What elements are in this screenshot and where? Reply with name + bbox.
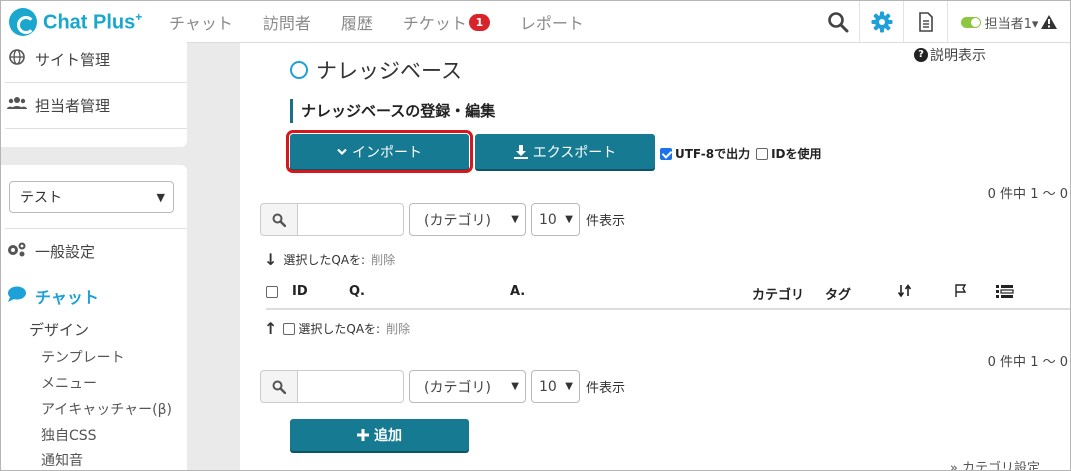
site-select[interactable]: テスト ▼: [9, 181, 174, 213]
bulk-action-bottom: ↑ 選択したQAを: 削除: [264, 319, 411, 338]
cogs-icon: [5, 241, 29, 261]
question-circle-icon: ?: [914, 48, 928, 62]
help-toggle[interactable]: ? 説明表示: [914, 45, 986, 65]
add-qa-button[interactable]: 追加: [290, 419, 469, 451]
search-icon: [272, 213, 286, 227]
chat-plus-logo-icon: [9, 8, 37, 36]
gear-icon: [871, 11, 892, 33]
search-input[interactable]: [298, 370, 404, 403]
nav-visitors[interactable]: 訪問者: [263, 10, 311, 34]
main-content: ナレッジベース ? 説明表示 ナレッジベースの登録・編集 インポート エクスポー…: [240, 43, 1070, 470]
sidebar-item-site-management[interactable]: サイト管理: [5, 37, 187, 81]
use-id-checkbox[interactable]: [756, 147, 769, 160]
sort-order-icon[interactable]: [897, 284, 912, 302]
result-count-top: 0 件中 1 〜 0: [987, 187, 1068, 202]
export-button[interactable]: エクスポート: [475, 134, 655, 169]
result-count-bottom: 0 件中 1 〜 0: [987, 355, 1068, 370]
chat-bubble-icon: [5, 286, 29, 306]
app-window: Chat Plus+ チャット 訪問者 履歴 チケット1 レポート 担当者1▾: [0, 0, 1071, 471]
search-input[interactable]: [298, 203, 404, 236]
arrow-up-icon: ↑: [264, 319, 278, 338]
plus-icon: [357, 429, 369, 441]
online-status-toggle[interactable]: [960, 16, 981, 28]
chevron-down-icon: ▼: [565, 214, 573, 225]
column-tag[interactable]: タグ: [825, 284, 851, 303]
app-name: Chat Plus: [43, 11, 136, 34]
bulk-delete-link-top[interactable]: 削除: [371, 251, 395, 268]
category-settings-link[interactable]: » カテゴリ設定: [950, 457, 1040, 470]
chevron-down-icon: [337, 148, 347, 155]
category-select[interactable]: (カテゴリ) ▼: [409, 370, 526, 403]
nav-tickets[interactable]: チケット 1: [403, 10, 490, 34]
search-icon: [272, 380, 286, 394]
nav-reports[interactable]: レポート: [520, 10, 584, 34]
search-button[interactable]: [260, 370, 298, 403]
flag-icon[interactable]: [954, 284, 968, 302]
utf8-label: UTF-8で出力: [675, 147, 751, 161]
chevron-down-icon: ▼: [565, 381, 573, 392]
import-button[interactable]: インポート: [286, 130, 473, 173]
export-options: UTF-8で出力 IDを使用: [660, 145, 822, 162]
filter-bar-top: (カテゴリ) ▼ 10 ▼ 件表示: [260, 203, 625, 236]
logo[interactable]: Chat Plus+: [9, 7, 142, 37]
bulk-delete-link-bottom[interactable]: 削除: [386, 320, 410, 337]
sidebar-item-general-settings[interactable]: 一般設定: [5, 229, 187, 273]
users-icon: [5, 96, 29, 114]
search-icon: [828, 12, 849, 33]
sidebar-item-custom-css[interactable]: 独自CSS: [41, 425, 97, 445]
warning-icon: [1041, 15, 1058, 29]
list-settings-icon[interactable]: [996, 284, 1014, 302]
page-title: ナレッジベース: [290, 55, 462, 85]
sidebar-item-agent-management[interactable]: 担当者管理: [5, 83, 187, 127]
column-id[interactable]: ID: [292, 284, 308, 299]
chevron-down-icon: ▼: [511, 381, 519, 392]
column-category[interactable]: カテゴリ: [752, 284, 804, 303]
sidebar-item-template[interactable]: テンプレート: [41, 347, 125, 367]
search-button[interactable]: [260, 203, 298, 236]
bulk-action-top: ↓ 選択したQAを: 削除: [264, 250, 396, 269]
globe-icon: [5, 49, 29, 69]
sidebar-item-design[interactable]: デザイン: [29, 319, 89, 340]
download-icon: [513, 144, 528, 159]
header-document-button[interactable]: [903, 1, 947, 43]
select-all-checkbox-bottom[interactable]: [283, 322, 296, 335]
main-nav: チャット 訪問者 履歴 チケット 1 レポート: [169, 1, 614, 43]
arrow-down-icon: ↓: [264, 250, 278, 269]
header-settings-button[interactable]: [859, 1, 903, 43]
per-page-select[interactable]: 10 ▼: [531, 370, 580, 403]
user-menu[interactable]: 担当者1▾: [947, 1, 1070, 43]
per-page-label: 件表示: [586, 214, 626, 229]
chevron-down-icon: ▼: [156, 191, 165, 204]
chevron-down-icon: ▼: [511, 214, 519, 225]
sidebar-item-eyecatcher[interactable]: アイキャッチャー(β): [41, 399, 172, 419]
document-icon: [918, 12, 933, 32]
sidebar-item-menu[interactable]: メニュー: [41, 373, 97, 393]
column-answer[interactable]: A.: [510, 284, 525, 299]
header-search-button[interactable]: [816, 1, 860, 43]
category-select[interactable]: (カテゴリ) ▼: [409, 203, 526, 236]
ticket-count-badge: 1: [468, 13, 490, 31]
nav-history[interactable]: 履歴: [341, 10, 373, 34]
use-id-label: IDを使用: [771, 147, 822, 161]
sidebar-item-chat[interactable]: チャット: [5, 274, 187, 318]
column-question[interactable]: Q.: [349, 284, 365, 299]
nav-chat[interactable]: チャット: [169, 10, 233, 34]
select-all-checkbox[interactable]: [266, 286, 278, 298]
user-name: 担当者1▾: [984, 16, 1039, 32]
circle-icon: [290, 61, 308, 79]
utf8-checkbox[interactable]: [660, 147, 672, 160]
sidebar-item-notification-sound[interactable]: 通知音: [41, 450, 83, 470]
section-title: ナレッジベースの登録・編集: [290, 99, 495, 123]
filter-bar-bottom: (カテゴリ) ▼ 10 ▼ 件表示: [260, 370, 625, 403]
per-page-label: 件表示: [586, 381, 626, 396]
per-page-select[interactable]: 10 ▼: [531, 203, 580, 236]
table-header: ID Q. A. カテゴリ タグ: [266, 284, 1070, 310]
divider: [5, 128, 187, 129]
